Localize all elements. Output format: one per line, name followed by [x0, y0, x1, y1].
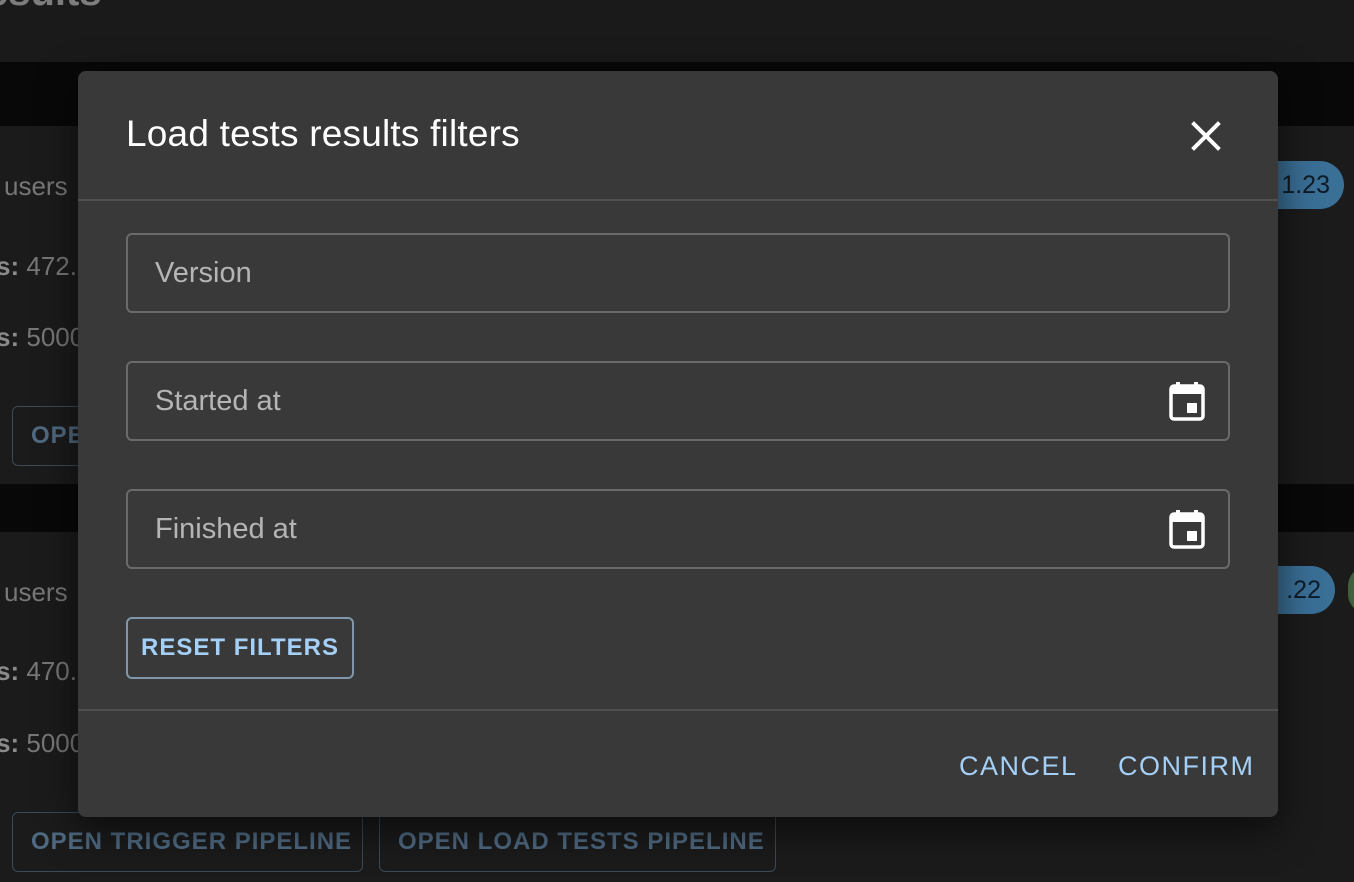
- finished-at-field-label: Finished at: [155, 513, 297, 545]
- filters-dialog: Load tests results filters Version Start…: [78, 71, 1278, 817]
- version-field-label: Version: [155, 257, 252, 289]
- dialog-divider: [78, 199, 1278, 201]
- calendar-icon[interactable]: [1168, 509, 1208, 549]
- close-button[interactable]: [1186, 116, 1226, 156]
- started-at-field[interactable]: Started at: [126, 361, 1230, 441]
- card-users-label: users: [4, 171, 68, 201]
- card-users-label: users: [4, 577, 68, 607]
- version-field[interactable]: Version: [126, 233, 1230, 313]
- card-stat-row: s: 5000: [0, 728, 85, 758]
- finished-at-field[interactable]: Finished at: [126, 489, 1230, 569]
- dialog-title: Load tests results filters: [126, 113, 520, 154]
- page-header: esults: [0, 0, 1354, 62]
- calendar-icon[interactable]: [1168, 381, 1208, 421]
- reset-filters-button[interactable]: RESET FILTERS: [126, 617, 354, 679]
- card-stat-row: s: 5000: [0, 322, 85, 352]
- started-at-field-label: Started at: [155, 385, 281, 417]
- cancel-button[interactable]: CANCEL: [959, 743, 1078, 789]
- dialog-footer-divider: [78, 709, 1278, 711]
- open-load-tests-pipeline-button[interactable]: OPEN LOAD TESTS PIPELINE: [379, 812, 776, 872]
- status-chip: [1348, 566, 1354, 614]
- open-trigger-pipeline-button[interactable]: OPEN TRIGGER PIPELINE: [12, 812, 363, 872]
- page-title: esults: [0, 0, 102, 15]
- confirm-button[interactable]: CONFIRM: [1118, 743, 1254, 789]
- close-icon: [1191, 121, 1221, 151]
